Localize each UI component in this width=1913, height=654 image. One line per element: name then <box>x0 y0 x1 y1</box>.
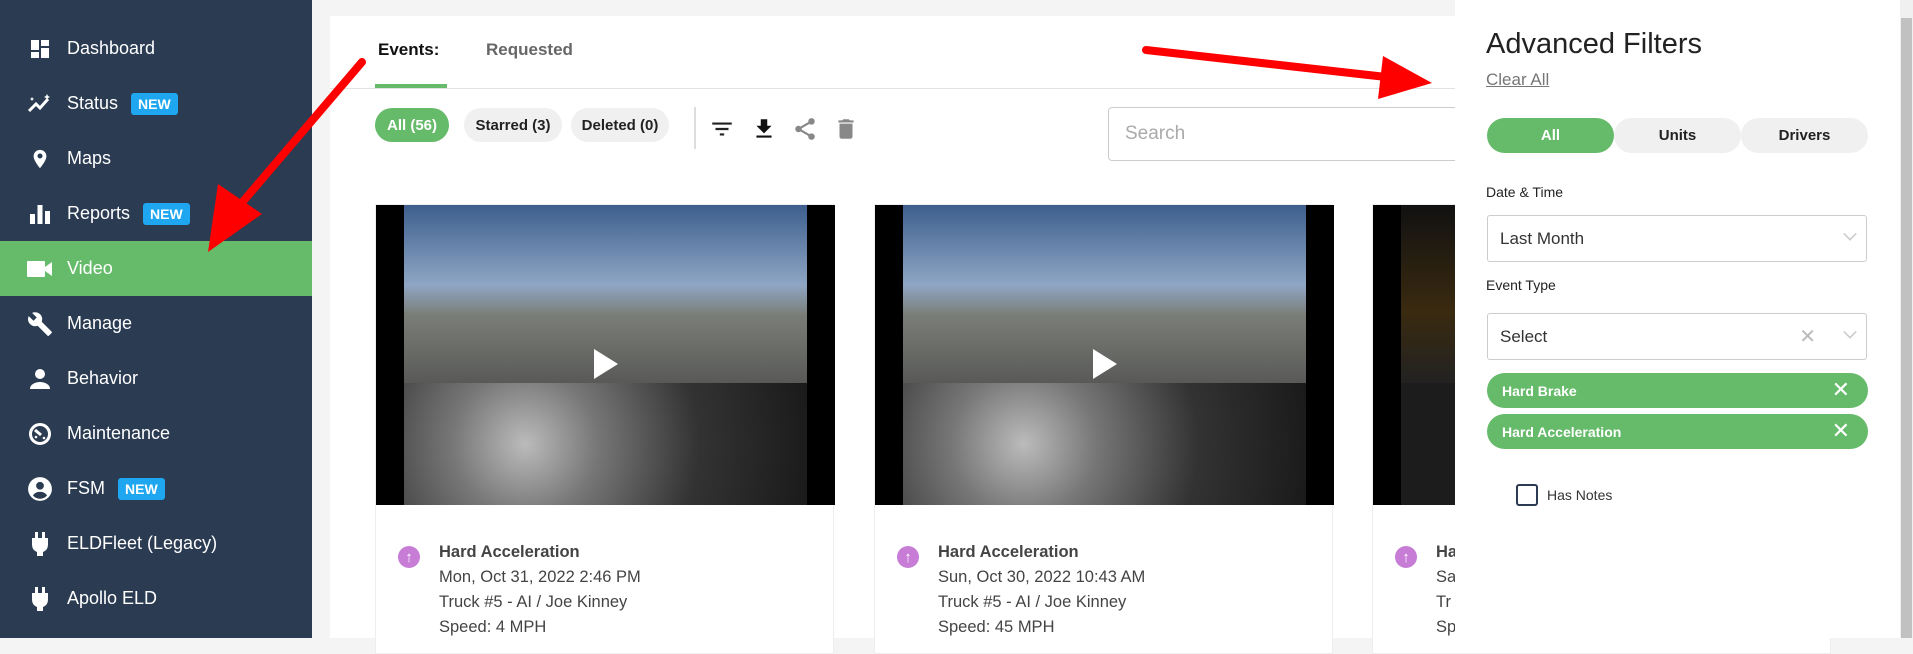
sidebar-item-label: Video <box>67 258 113 278</box>
sidebar-item-label: Reports <box>67 203 131 223</box>
dashboard-icon <box>27 36 53 62</box>
event-speed: Sp <box>1436 618 1457 636</box>
clear-icon[interactable]: ✕ <box>1799 324 1816 349</box>
search-input[interactable] <box>1108 107 1468 161</box>
sidebar-item-status[interactable]: Status NEW <box>0 76 312 131</box>
sidebar-item-label: Dashboard <box>67 38 156 58</box>
plug-icon <box>27 531 53 557</box>
wrench-icon <box>27 311 53 337</box>
tag-label: Hard Brake <box>1502 382 1577 399</box>
sidebar-item-apollo-eld[interactable]: Apollo ELD <box>0 571 312 626</box>
filter-starred-button[interactable]: Starred (3) <box>464 108 562 142</box>
sidebar-item-label: Apollo ELD <box>67 588 158 608</box>
panel-title: Advanced Filters <box>1486 28 1702 60</box>
has-notes-checkbox[interactable] <box>1516 484 1538 506</box>
event-date: Sa <box>1436 568 1457 586</box>
new-badge: NEW <box>131 92 178 115</box>
sidebar-item-behavior[interactable]: Behavior <box>0 351 312 406</box>
sidebar-item-label: Behavior <box>67 368 139 388</box>
trash-icon[interactable] <box>833 116 859 142</box>
hard-acceleration-icon: ↑ <box>1395 546 1417 568</box>
segment-units[interactable]: Units <box>1614 118 1741 153</box>
event-speed: Speed: 45 MPH <box>938 618 1055 636</box>
video-thumbnail[interactable] <box>376 205 835 505</box>
sidebar-item-maps[interactable]: Maps <box>0 131 312 186</box>
download-icon[interactable] <box>751 116 777 142</box>
chevron-down-icon <box>1843 325 1857 339</box>
event-vehicle: Truck #5 - AI / Joe Kinney <box>938 593 1127 611</box>
sidebar-item-label: Maps <box>67 148 112 168</box>
share-icon[interactable] <box>792 116 818 142</box>
hard-acceleration-icon: ↑ <box>398 546 420 568</box>
event-type-tag: Hard Acceleration ✕ <box>1487 414 1868 449</box>
event-title: Hard Acceleration <box>938 543 1079 561</box>
event-card[interactable]: ↑ Hard Acceleration Mon, Oct 31, 2022 2:… <box>375 204 835 654</box>
sidebar-item-eldfleet[interactable]: ELDFleet (Legacy) <box>0 516 312 571</box>
event-vehicle: Tr <box>1436 593 1451 611</box>
event-type-label: Event Type <box>1486 277 1556 293</box>
event-date: Sun, Oct 30, 2022 10:43 AM <box>938 568 1146 586</box>
date-time-label: Date & Time <box>1486 184 1564 200</box>
gauge-icon <box>27 421 53 447</box>
segment-drivers[interactable]: Drivers <box>1741 118 1868 153</box>
sidebar-item-label: Manage <box>67 313 133 333</box>
scrollbar-thumb[interactable] <box>1901 18 1912 638</box>
sidebar-item-label: Status <box>67 93 119 113</box>
segment-all[interactable]: All <box>1487 118 1614 153</box>
advanced-filters-panel: Advanced Filters Clear All All Units Dri… <box>1455 0 1900 638</box>
event-title: Hard Acceleration <box>439 543 580 561</box>
main-content: Events: Requested All (56) Starred (3) D… <box>330 16 1832 654</box>
event-vehicle: Truck #5 - AI / Joe Kinney <box>439 593 628 611</box>
event-type-select[interactable]: Select ✕ <box>1487 313 1867 360</box>
play-icon[interactable] <box>594 349 618 379</box>
filter-deleted-button[interactable]: Deleted (0) <box>571 108 669 142</box>
filter-icon[interactable] <box>709 116 735 142</box>
date-time-select[interactable]: Last Month <box>1487 215 1867 262</box>
person-icon <box>27 366 53 392</box>
event-speed: Speed: 4 MPH <box>439 618 547 636</box>
sidebar-item-reports[interactable]: Reports NEW <box>0 186 312 241</box>
sidebar-item-video[interactable]: Video <box>0 241 312 296</box>
event-title: Ha <box>1436 543 1458 561</box>
filter-all-button[interactable]: All (56) <box>375 108 449 142</box>
new-badge: NEW <box>143 202 190 225</box>
tab-requested[interactable]: Requested <box>486 40 573 60</box>
has-notes-label: Has Notes <box>1547 487 1613 503</box>
account-circle-icon <box>27 476 53 502</box>
event-type-placeholder: Select <box>1500 326 1548 346</box>
toolbar-divider <box>694 107 696 149</box>
plug-icon <box>27 586 53 612</box>
clear-all-link[interactable]: Clear All <box>1486 70 1549 90</box>
scrollbar[interactable] <box>1900 0 1913 638</box>
event-card[interactable]: ↑ Hard Acceleration Sun, Oct 30, 2022 10… <box>874 204 1334 654</box>
remove-tag-icon[interactable]: ✕ <box>1832 418 1850 444</box>
remove-tag-icon[interactable]: ✕ <box>1832 377 1850 403</box>
sidebar-item-label: Maintenance <box>67 423 171 443</box>
tab-events[interactable]: Events: <box>378 40 439 60</box>
event-date: Mon, Oct 31, 2022 2:46 PM <box>439 568 641 586</box>
hard-acceleration-icon: ↑ <box>897 546 919 568</box>
sidebar-item-maintenance[interactable]: Maintenance <box>0 406 312 461</box>
sidebar-item-manage[interactable]: Manage <box>0 296 312 351</box>
sidebar: Dashboard Status NEW Maps Reports NEW Vi… <box>0 0 312 638</box>
video-thumbnail[interactable] <box>875 205 1334 505</box>
map-pin-icon <box>27 146 53 172</box>
play-icon[interactable] <box>1093 349 1117 379</box>
tab-divider <box>330 88 1460 89</box>
sidebar-item-fsm[interactable]: FSM NEW <box>0 461 312 516</box>
date-time-value: Last Month <box>1500 228 1585 248</box>
new-badge: NEW <box>118 477 165 500</box>
sidebar-item-label: ELDFleet (Legacy) <box>67 533 218 553</box>
event-type-tag: Hard Brake ✕ <box>1487 373 1868 408</box>
status-icon <box>27 91 53 117</box>
video-camera-icon <box>27 256 53 282</box>
bar-chart-icon <box>27 201 53 227</box>
chevron-down-icon <box>1843 227 1857 241</box>
sidebar-item-dashboard[interactable]: Dashboard <box>0 21 312 76</box>
sidebar-item-label: FSM <box>67 478 105 498</box>
tag-label: Hard Acceleration <box>1502 423 1622 440</box>
